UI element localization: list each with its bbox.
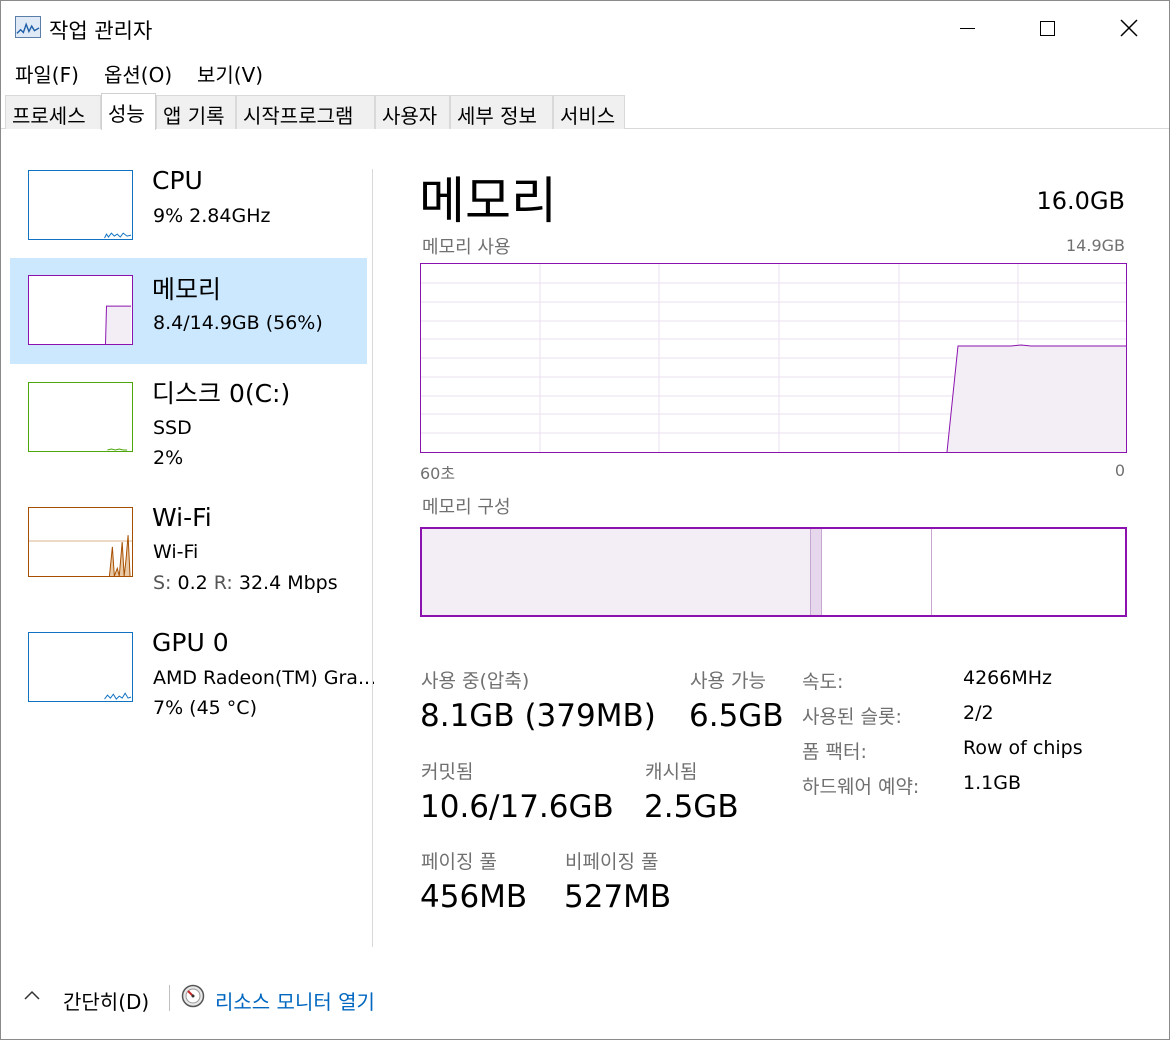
page-title: 메모리 [419,172,557,230]
sidebar-title: Wi-Fi [152,503,212,532]
composition-free[interactable] [933,529,1125,615]
footer-separator [169,985,170,1011]
composition-modified[interactable] [811,529,822,615]
send-label: S: [153,572,172,594]
nonpaged-pool-label: 비페이징 풀 [565,851,659,873]
speed-label: 속도: [802,671,844,693]
cached-label: 캐시됨 [645,761,698,783]
menu-view[interactable]: 보기(V) [197,59,263,88]
task-manager-window: 작업 관리자 파일(F) 옵션(O) 보기(V) 프로세스 성능 앱 기록 시작… [0,0,1170,1040]
composition-label: 메모리 구성 [422,497,511,518]
menu-file[interactable]: 파일(F) [15,59,79,88]
maximize-icon [1039,20,1055,36]
sidebar-throughput: S: 0.2 R: 32.4 Mbps [153,572,338,594]
sidebar-title: GPU 0 [152,628,229,657]
sidebar-detail: AMD Radeon(TM) Gra... [153,667,377,689]
window-title: 작업 관리자 [49,19,153,43]
hardware-reserved-value: 1.1GB [963,772,1021,794]
axis-right-label: 0 [1114,461,1125,480]
panel-divider[interactable] [372,169,373,947]
nonpaged-pool-value: 527MB [564,879,672,915]
available-value: 6.5GB [689,698,784,734]
speed-value: 4266MHz [963,667,1053,689]
minimize-icon [959,27,975,29]
form-factor-label: 폼 팩터: [802,741,867,763]
memory-usage-graph [420,263,1127,453]
composition-in-use[interactable] [422,529,811,615]
usage-graph-label: 메모리 사용 [422,237,511,258]
sidebar-detail-2: 2% [153,447,184,469]
usage-graph-max: 14.9GB [1066,236,1125,255]
tab-bar: 프로세스 성능 앱 기록 시작프로그램 사용자 세부 정보 서비스 [1,93,1169,130]
memory-thumbnail-graph [28,275,133,345]
committed-label: 커밋됨 [421,761,474,783]
cached-value: 2.5GB [644,789,739,825]
sidebar-item-memory[interactable]: 메모리 8.4/14.9GB (56%) [10,258,367,364]
cpu-thumbnail-graph [28,170,133,240]
fewer-details-button[interactable]: 간단히(D) [63,986,149,1015]
receive-value: 32.4 Mbps [238,572,338,594]
sidebar-item-cpu[interactable]: CPU 9% 2.84GHz [10,158,367,264]
sidebar-title: 디스크 0(C:) [152,379,291,408]
form-factor-value: Row of chips [963,737,1083,759]
tab-services[interactable]: 서비스 [553,95,625,129]
sidebar-detail: SSD [153,417,192,439]
minimize-button[interactable] [927,1,1007,55]
tab-app-history[interactable]: 앱 기록 [156,95,236,129]
memory-total: 16.0GB [1036,187,1126,215]
sidebar-title: CPU [152,166,203,195]
in-use-label: 사용 중(압축) [421,670,530,692]
composition-standby[interactable] [822,529,932,615]
sidebar-detail: 8.4/14.9GB (56%) [153,312,323,334]
gpu-thumbnail-graph [28,632,133,702]
sidebar-detail-2: 7% (45 °C) [153,697,257,719]
sidebar-item-gpu[interactable]: GPU 0 AMD Radeon(TM) Gra... 7% (45 °C) [10,620,376,726]
sidebar-title: 메모리 [152,275,222,304]
paged-pool-value: 456MB [420,879,528,915]
maximize-button[interactable] [1007,1,1087,55]
resource-monitor-icon[interactable] [181,984,205,1008]
menu-bar: 파일(F) 옵션(O) 보기(V) [1,55,1169,89]
sidebar-detail: Wi-Fi [153,541,199,563]
close-icon [1120,19,1138,37]
memory-composition-bar [420,527,1127,617]
hardware-reserved-label: 하드웨어 예약: [802,776,920,798]
task-manager-icon [15,16,41,38]
wifi-thumbnail-graph [28,507,133,577]
menu-options[interactable]: 옵션(O) [104,59,172,88]
open-resource-monitor-link[interactable]: 리소스 모니터 열기 [215,986,375,1015]
tab-performance[interactable]: 성능 [101,93,156,130]
axis-left-label: 60초 [420,464,456,483]
paged-pool-label: 페이징 풀 [421,851,497,873]
tab-details[interactable]: 세부 정보 [450,95,553,129]
available-label: 사용 가능 [690,670,766,692]
slots-value: 2/2 [963,702,994,724]
title-bar[interactable]: 작업 관리자 [1,1,1169,55]
in-use-value: 8.1GB (379MB) [420,698,656,734]
committed-value: 10.6/17.6GB [420,789,614,825]
sidebar-item-disk[interactable]: 디스크 0(C:) SSD 2% [10,370,367,476]
close-button[interactable] [1089,1,1169,55]
tab-users[interactable]: 사용자 [375,95,450,129]
sidebar-detail: 9% 2.84GHz [153,205,271,227]
chevron-up-icon[interactable] [23,986,41,1004]
send-value: 0.2 [177,572,208,594]
sidebar-item-wifi[interactable]: Wi-Fi Wi-Fi S: 0.2 R: 32.4 Mbps [10,495,367,601]
tab-startup[interactable]: 시작프로그램 [236,95,375,129]
slots-label: 사용된 슬롯: [802,706,902,728]
receive-label: R: [213,572,233,594]
disk-thumbnail-graph [28,382,133,452]
tab-processes[interactable]: 프로세스 [5,95,101,129]
